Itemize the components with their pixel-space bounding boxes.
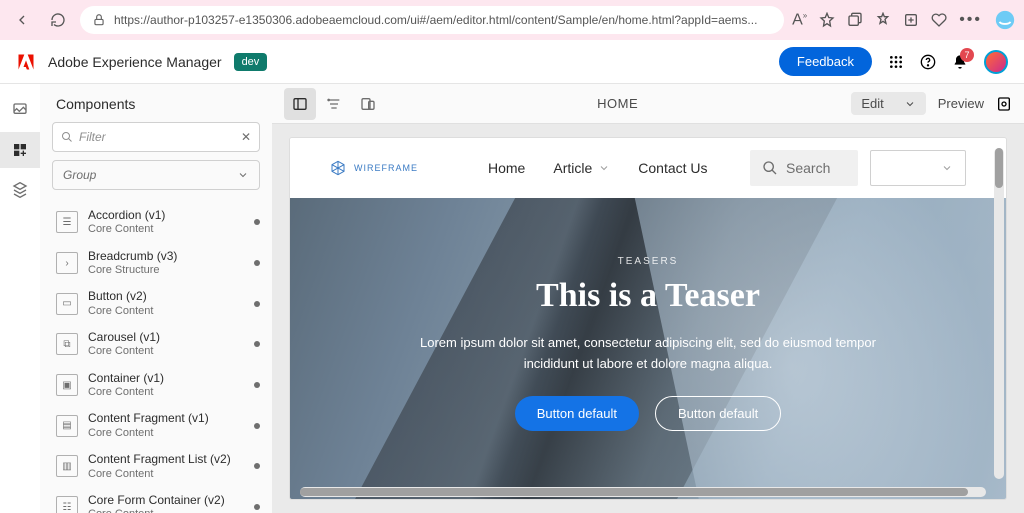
page-canvas[interactable]: WIREFRAME Home Article Contact Us Search [290, 138, 1006, 499]
filter-input[interactable]: Filter ✕ [52, 122, 260, 152]
fragment-icon: ▤ [56, 415, 78, 437]
form-icon: ☷ [56, 496, 78, 513]
info-icon[interactable] [254, 463, 260, 469]
components-rail-button[interactable] [0, 132, 40, 168]
accordion-icon: ☰ [56, 211, 78, 233]
more-icon[interactable]: ••• [959, 11, 982, 29]
browser-bar: https://author-p103257-e1350306.adobeaem… [0, 0, 1024, 40]
help-icon[interactable] [920, 54, 936, 70]
hero-text: Lorem ipsum dolor sit amet, consectetur … [408, 333, 888, 375]
extension-icon[interactable] [931, 12, 947, 28]
chevron-down-icon [941, 162, 953, 174]
preview-button[interactable]: Preview [938, 96, 984, 111]
lock-icon [92, 13, 106, 27]
reader-icon[interactable]: A» [792, 11, 807, 29]
hero-primary-button[interactable]: Button default [515, 396, 639, 431]
back-button[interactable] [8, 6, 36, 34]
group-label: Group [63, 168, 96, 182]
page-title: HOME [384, 96, 851, 111]
search-icon [61, 131, 73, 143]
info-icon[interactable] [254, 382, 260, 388]
horizontal-scrollbar[interactable] [300, 487, 986, 497]
search-input[interactable]: Search [750, 150, 858, 186]
favorites-icon[interactable] [875, 12, 891, 28]
hero-secondary-button[interactable]: Button default [655, 396, 781, 431]
refresh-button[interactable] [44, 6, 72, 34]
wireframe-logo-icon [330, 160, 346, 176]
assets-rail-button[interactable] [0, 92, 40, 128]
component-item[interactable]: ☷Core Form Container (v2)Core Content [52, 487, 272, 513]
fragment-list-icon: ▥ [56, 455, 78, 477]
component-item[interactable]: ▭Button (v2)Core Content [52, 283, 272, 324]
info-icon[interactable] [254, 341, 260, 347]
info-icon[interactable] [254, 260, 260, 266]
breadcrumb-icon: › [56, 252, 78, 274]
url-bar[interactable]: https://author-p103257-e1350306.adobeaem… [80, 6, 784, 34]
chevron-down-icon [237, 169, 249, 181]
vertical-scrollbar[interactable] [994, 148, 1004, 479]
component-item[interactable]: ▣Container (v1)Core Content [52, 365, 272, 406]
env-badge: dev [234, 53, 268, 71]
chevron-down-icon [904, 98, 916, 110]
hero-teaser[interactable]: TEASERS This is a Teaser Lorem ipsum dol… [290, 198, 1006, 499]
left-rail [0, 84, 40, 513]
page-properties-icon[interactable] [996, 96, 1012, 112]
component-list[interactable]: ☰Accordion (v1)Core Content ›Breadcrumb … [40, 198, 272, 513]
component-item[interactable]: ⧉Carousel (v1)Core Content [52, 324, 272, 365]
clear-icon[interactable]: ✕ [241, 130, 251, 144]
collections-icon[interactable] [903, 12, 919, 28]
product-title: Adobe Experience Manager [48, 54, 222, 70]
site-header: WIREFRAME Home Article Contact Us Search [290, 138, 1006, 198]
info-icon[interactable] [254, 301, 260, 307]
components-panel: Components Filter ✕ Group ☰Accordion (v1… [40, 84, 272, 513]
nav-contact[interactable]: Contact Us [638, 160, 707, 176]
info-icon[interactable] [254, 504, 260, 510]
mode-selector[interactable]: Edit [851, 92, 925, 115]
chevron-down-icon [598, 162, 610, 174]
component-item[interactable]: ▥Content Fragment List (v2)Core Content [52, 446, 272, 487]
info-icon[interactable] [254, 423, 260, 429]
group-select[interactable]: Group [52, 160, 260, 190]
component-item[interactable]: ☰Accordion (v1)Core Content [52, 202, 272, 243]
avatar[interactable] [984, 50, 1008, 74]
hero-eyebrow: TEASERS [618, 256, 679, 267]
side-panel-toggle[interactable] [284, 88, 316, 120]
nav-article[interactable]: Article [553, 160, 610, 176]
component-item[interactable]: ▤Content Fragment (v1)Core Content [52, 405, 272, 446]
button-icon: ▭ [56, 293, 78, 315]
language-selector[interactable] [870, 150, 966, 186]
container-icon: ▣ [56, 374, 78, 396]
adobe-logo-icon [16, 52, 36, 72]
component-item[interactable]: ›Breadcrumb (v3)Core Structure [52, 243, 272, 284]
hero-title: This is a Teaser [536, 277, 760, 315]
content-tree-rail-button[interactable] [0, 172, 40, 208]
url-text: https://author-p103257-e1350306.adobeaem… [114, 13, 757, 27]
notification-count: 7 [960, 48, 974, 62]
nav-home[interactable]: Home [488, 160, 525, 176]
star-icon[interactable] [819, 12, 835, 28]
aem-header-bar: Adobe Experience Manager dev Feedback 7 [0, 40, 1024, 84]
emulator-button[interactable] [352, 88, 384, 120]
site-logo[interactable]: WIREFRAME [330, 160, 418, 176]
apps-icon[interactable] [888, 54, 904, 70]
panel-title: Components [40, 84, 272, 122]
notifications-button[interactable]: 7 [952, 54, 968, 70]
copilot-icon[interactable] [994, 9, 1016, 31]
carousel-icon: ⧉ [56, 333, 78, 355]
tabs-icon[interactable] [847, 12, 863, 28]
feedback-button[interactable]: Feedback [779, 47, 872, 76]
filter-placeholder: Filter [79, 130, 235, 144]
editor-toolbar: HOME Edit Preview [272, 84, 1024, 124]
info-icon[interactable] [254, 219, 260, 225]
page-info-button[interactable] [318, 88, 350, 120]
search-icon [762, 160, 778, 176]
